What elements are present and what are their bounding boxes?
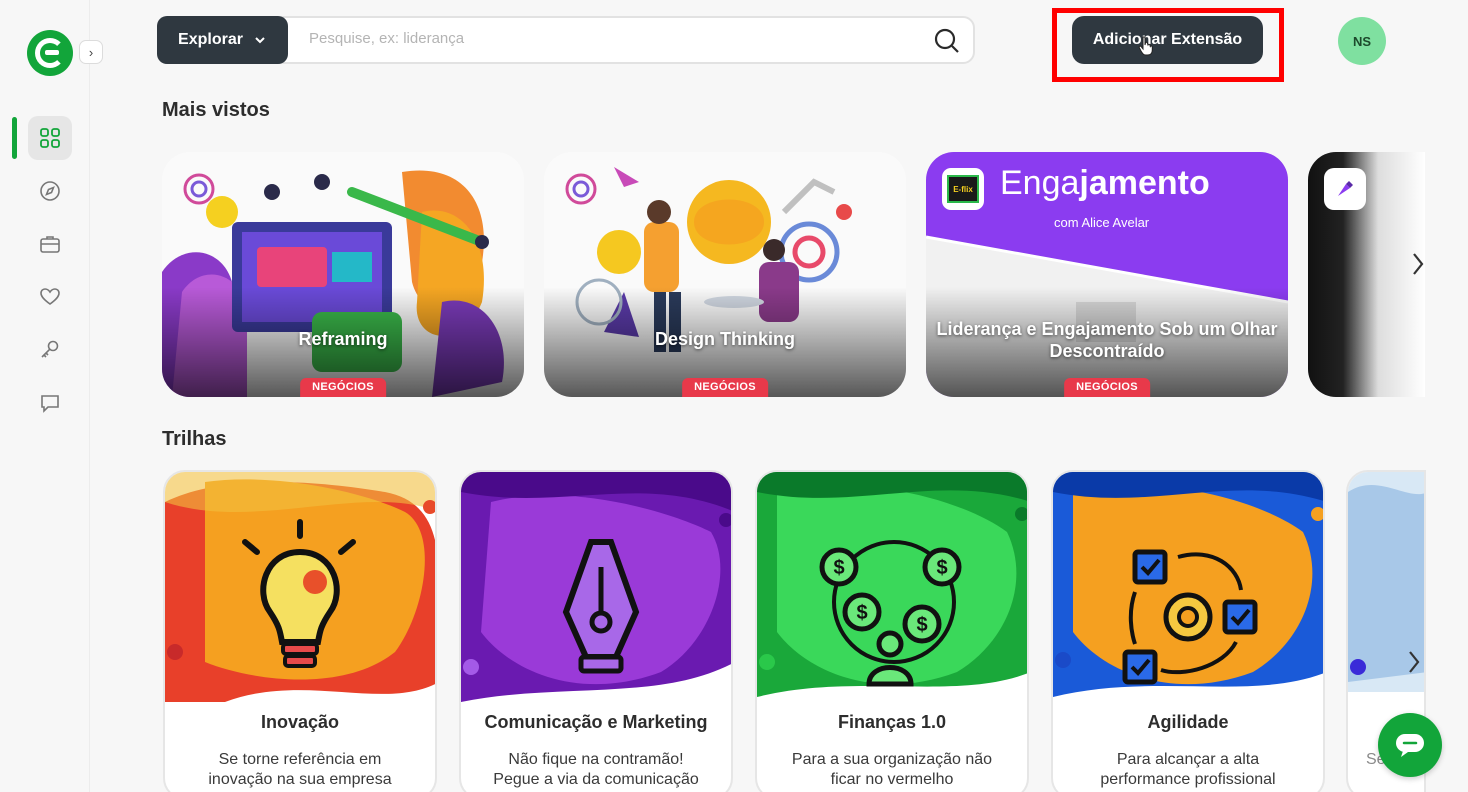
trail-description: Para alcançar a alta performance profiss…: [1100, 751, 1276, 788]
sidebar-item-explore[interactable]: [28, 169, 72, 213]
carousel-next-arrow[interactable]: [1408, 244, 1428, 284]
sidebar-item-favorites[interactable]: [28, 275, 72, 319]
trails-carousel-next-arrow[interactable]: [1404, 642, 1424, 682]
sidebar-expand-button[interactable]: ›: [79, 40, 103, 64]
course-card[interactable]: E-flix Engajamento com Alice Avelar Lide…: [926, 152, 1288, 397]
nav-active-indicator: [12, 117, 17, 159]
course-title: Reframing: [298, 329, 388, 349]
course-title: Design Thinking: [654, 329, 795, 349]
trail-description: Para a sua organização não ficar no verm…: [791, 751, 993, 788]
trail-title: Agilidade: [1147, 712, 1229, 732]
chat-icon: [41, 395, 59, 413]
course-category-tag: NEGÓCIOS: [300, 378, 386, 397]
svg-text:$: $: [856, 602, 867, 624]
heart-icon: [40, 288, 60, 305]
sidebar-item-briefcase[interactable]: [28, 222, 72, 266]
add-extension-button[interactable]: Adicionar Extensão: [1072, 16, 1263, 64]
pen-icon: [1338, 181, 1353, 196]
chevron-right-icon: ›: [88, 44, 94, 60]
briefcase-icon: [40, 236, 60, 253]
e-flix-logo: E-flix: [947, 175, 979, 203]
add-extension-label: Adicionar Extensão: [1092, 31, 1243, 48]
explore-label: Explorar: [178, 31, 243, 48]
course-card[interactable]: Design Thinking NEGÓCIOS: [544, 152, 906, 397]
sidebar-item-messages[interactable]: [28, 381, 72, 425]
search-input[interactable]: [309, 30, 909, 47]
explore-dropdown-button[interactable]: Explorar: [157, 16, 288, 64]
app-logo[interactable]: [27, 30, 73, 76]
finance-illustration: $ $ $ $: [757, 472, 1027, 697]
svg-text:$: $: [916, 614, 927, 636]
trail-title: Inovação: [260, 712, 340, 732]
hand-cursor-icon: [1138, 36, 1153, 56]
compass-icon: [40, 181, 60, 201]
most-viewed-title: Mais vistos: [162, 99, 270, 121]
banner-subtitle: com Alice Avelar: [1054, 215, 1150, 230]
sidebar-item-grid[interactable]: [28, 116, 72, 160]
svg-text:$: $: [833, 557, 844, 579]
trail-card[interactable]: Agilidade Para alcançar a alta performan…: [1051, 470, 1325, 792]
chat-bubble-icon: [1396, 734, 1424, 757]
agility-illustration: [1053, 472, 1323, 697]
chevron-down-icon: [255, 37, 265, 44]
sidebar-item-key[interactable]: [28, 328, 72, 372]
course-card[interactable]: Reframing NEGÓCIOS: [162, 152, 524, 397]
e-flix-badge: E-flix: [942, 168, 984, 210]
course-badge: [1324, 168, 1366, 210]
course-category-tag: NEGÓCIOS: [682, 378, 768, 397]
trail-card[interactable]: Comunicação e Marketing Não fique na con…: [459, 470, 733, 792]
support-chat-button[interactable]: [1378, 713, 1442, 777]
grid-icon: [40, 128, 60, 148]
avatar-initials: NS: [1352, 33, 1372, 49]
course-category-tag: NEGÓCIOS: [1064, 378, 1150, 397]
trail-title: Finanças 1.0: [837, 712, 947, 732]
sidebar: ›: [0, 0, 103, 792]
course-title: Liderança e Engajamento Sob um Olhar Des…: [936, 319, 1278, 361]
trail-title: Comunicação e Marketing: [484, 712, 708, 732]
key-icon: [41, 340, 59, 358]
innovation-illustration: [165, 472, 435, 702]
search-icon[interactable]: [933, 27, 961, 55]
chevron-right-icon: [1409, 651, 1420, 673]
trail-description: Se torne referência em inovação na sua e…: [208, 751, 392, 788]
trails-title: Trilhas: [162, 428, 227, 450]
user-avatar[interactable]: NS: [1338, 17, 1386, 65]
trail-card[interactable]: $ $ $ $ Finanças 1.0 Para a sua organiza…: [755, 470, 1029, 792]
banner-title: Engajamento: [1000, 164, 1210, 202]
search-bar: Explorar: [157, 16, 975, 64]
chevron-right-icon: [1413, 253, 1424, 275]
svg-text:$: $: [936, 557, 947, 579]
trail-card[interactable]: Inovação Se torne referência em inovação…: [163, 470, 437, 792]
trail-description: Não fique na contramão! Pegue a via da c…: [493, 751, 699, 788]
communication-illustration: [461, 472, 731, 702]
